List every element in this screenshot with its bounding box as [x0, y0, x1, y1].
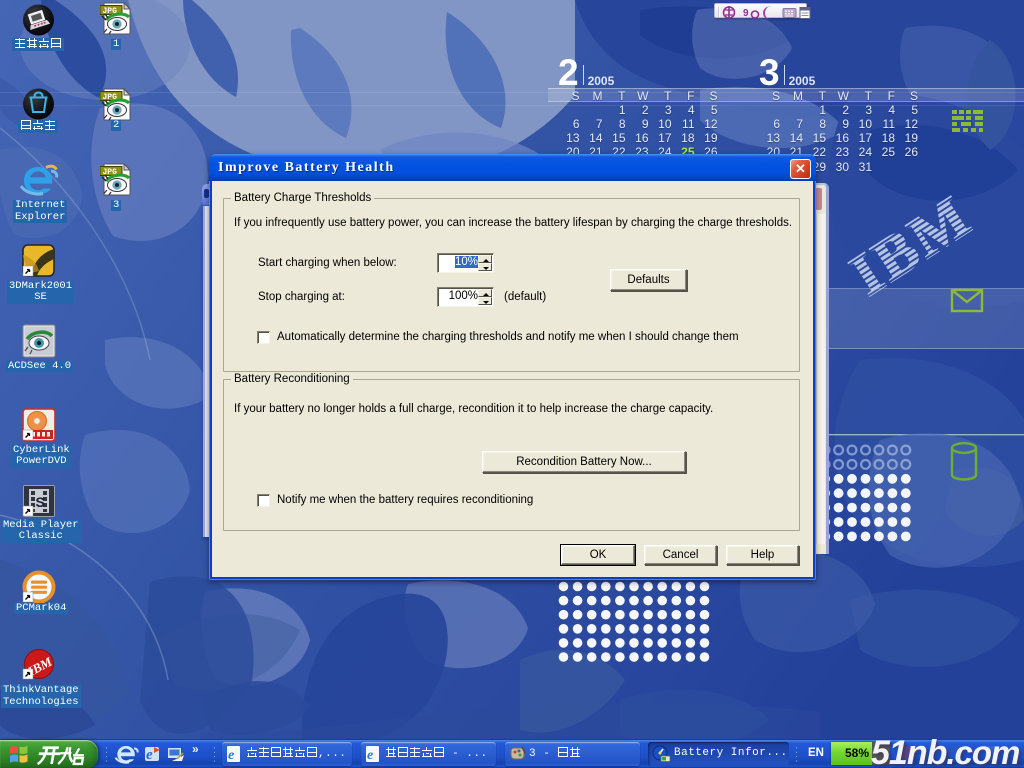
svg-text:e: e — [146, 747, 153, 763]
svg-text:S: S — [36, 494, 45, 510]
svg-text:9: 9 — [743, 8, 749, 19]
svg-text:e: e — [367, 748, 373, 763]
svg-text:»: » — [192, 742, 199, 756]
svg-text:e: e — [228, 748, 234, 763]
